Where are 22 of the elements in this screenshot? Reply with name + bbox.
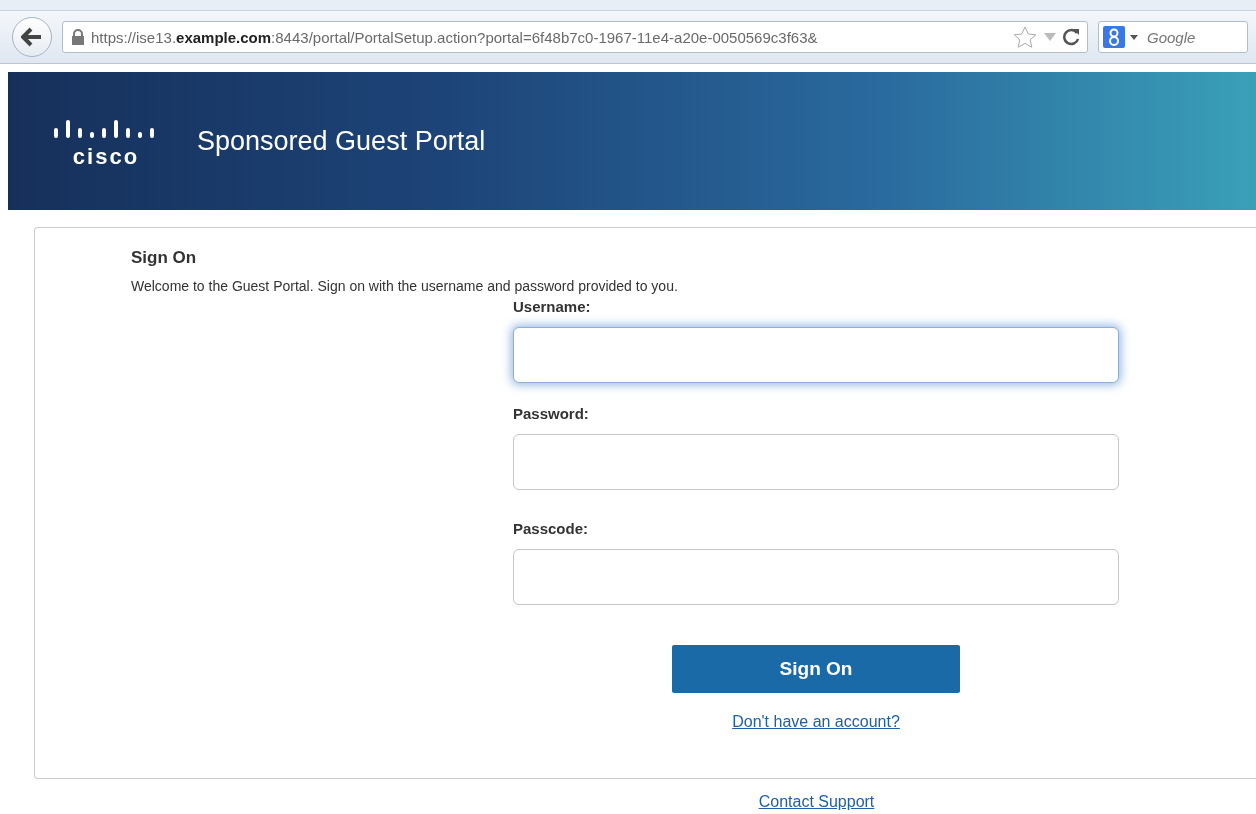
welcome-text: Welcome to the Guest Portal. Sign on with the username and password provided to you. (131, 278, 679, 294)
logo-text: cisco (72, 146, 140, 168)
search-bar[interactable]: Google (1098, 21, 1248, 53)
input-field[interactable] (513, 549, 1119, 605)
reload-icon[interactable] (1063, 28, 1081, 46)
portal-title: Sponsored Guest Portal (197, 125, 486, 157)
back-arrow-icon (21, 27, 43, 47)
padlock-icon (71, 29, 85, 45)
input-field[interactable] (513, 434, 1119, 490)
sign-on-heading: Sign On (131, 248, 198, 268)
contact-support-link[interactable]: Contact Support (758, 793, 875, 811)
field-label: Password: (513, 405, 590, 422)
dropdown-arrow-icon[interactable] (1043, 32, 1057, 42)
field-label: Passcode: (513, 520, 590, 537)
input-field[interactable] (513, 327, 1119, 383)
search-engine-icon[interactable] (1103, 26, 1141, 48)
sign-on-button[interactable]: Sign On (672, 645, 960, 693)
back-button[interactable] (12, 17, 52, 57)
account-link[interactable]: Don't have an account? (732, 713, 900, 731)
star-icon[interactable] (1013, 26, 1037, 48)
field-label: Username: (513, 298, 592, 315)
address-bar[interactable]: https://ise13.example.com:8443/portal/PortalSetup.action?portal=6f48b7c0-1967-11e4-a20e-0050569c3f63& (62, 21, 1088, 53)
